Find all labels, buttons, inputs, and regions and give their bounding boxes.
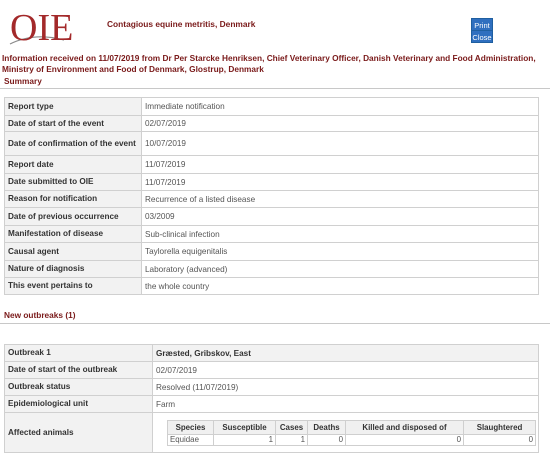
summary-label: Nature of diagnosis xyxy=(4,260,142,278)
summary-value: 02/07/2019 xyxy=(141,115,539,132)
table-row: Causal agent Taylorella equigenitalis xyxy=(4,242,539,261)
summary-label: Report type xyxy=(4,97,142,116)
divider xyxy=(0,88,550,89)
summary-table: Report type Immediate notification Date o… xyxy=(4,97,539,295)
column-header: Species xyxy=(167,419,214,435)
affected-animals-label: Affected animals xyxy=(4,412,153,453)
summary-label: Manifestation of disease xyxy=(4,225,142,243)
table-row: Manifestation of disease Sub-clinical inf… xyxy=(4,225,539,243)
oie-logo: OIE xyxy=(9,7,73,49)
summary-value: Laboratory (advanced) xyxy=(141,260,539,278)
divider xyxy=(0,323,550,324)
close-button[interactable]: Close xyxy=(471,30,493,43)
logo-text: OIE xyxy=(10,7,73,49)
column-header: Deaths xyxy=(307,419,346,435)
summary-label: Date submitted to OIE xyxy=(4,173,142,191)
summary-value: Sub-clinical infection xyxy=(141,225,539,243)
outbreak-table: Outbreak 1 Græsted, Gribskov, East Date … xyxy=(4,344,539,453)
table-row: Affected animals Species Susceptible Cas… xyxy=(4,412,539,453)
table-row: Report date 11/07/2019 xyxy=(4,155,539,174)
column-header: Slaughtered xyxy=(463,419,536,435)
table-row: Reason for notification Recurrence of a l… xyxy=(4,190,539,208)
outbreak-field-value: Farm xyxy=(152,395,539,413)
outbreak-field-value: 02/07/2019 xyxy=(152,361,539,379)
animals-row: Equidae 1 1 0 0 0 xyxy=(167,433,536,446)
table-row: Report type Immediate notification xyxy=(4,97,539,116)
outbreak-location: Græsted, Gribskov, East xyxy=(152,344,539,362)
species-cell: Equidae xyxy=(167,433,214,446)
table-row: Outbreak 1 Græsted, Gribskov, East xyxy=(4,344,539,362)
summary-value: the whole country xyxy=(141,277,539,295)
affected-animals-cell: Species Susceptible Cases Deaths Killed … xyxy=(152,412,539,453)
summary-label: Date of start of the event xyxy=(4,115,142,132)
report-header: OIE Contagious equine metritis, Denmark … xyxy=(0,0,550,52)
summary-value: 10/07/2019 xyxy=(141,131,539,156)
outbreak-field-label: Outbreak status xyxy=(4,378,153,396)
information-received: Information received on 11/07/2019 from … xyxy=(2,53,536,74)
summary-label: Date of previous occurrence xyxy=(4,207,142,226)
outbreak-field-value: Resolved (11/07/2019) xyxy=(152,378,539,396)
table-row: This event pertains to the whole country xyxy=(4,277,539,295)
outbreak-field-label: Date of start of the outbreak xyxy=(4,361,153,379)
killed-cell: 0 xyxy=(345,433,464,446)
table-row: Epidemiological unit Farm xyxy=(4,395,539,413)
outbreak-field-label: Epidemiological unit xyxy=(4,395,153,413)
summary-label: Report date xyxy=(4,155,142,174)
table-row: Date submitted to OIE 11/07/2019 xyxy=(4,173,539,191)
animals-header-row: Species Susceptible Cases Deaths Killed … xyxy=(167,419,536,435)
summary-value: 11/07/2019 xyxy=(141,173,539,191)
table-row: Date of confirmation of the event 10/07/2… xyxy=(4,131,539,156)
disease-title: Contagious equine metritis, Denmark xyxy=(107,19,256,29)
cases-cell: 1 xyxy=(275,433,308,446)
summary-value: Immediate notification xyxy=(141,97,539,116)
summary-value: 03/2009 xyxy=(141,207,539,226)
slaughtered-cell: 0 xyxy=(463,433,536,446)
affected-animals-table: Species Susceptible Cases Deaths Killed … xyxy=(167,419,536,446)
column-header: Killed and disposed of xyxy=(345,419,464,435)
table-row: Date of previous occurrence 03/2009 xyxy=(4,207,539,226)
summary-value: Taylorella equigenitalis xyxy=(141,242,539,261)
susceptible-cell: 1 xyxy=(213,433,276,446)
table-row: Outbreak status Resolved (11/07/2019) xyxy=(4,378,539,396)
outbreak-label: Outbreak 1 xyxy=(4,344,153,362)
deaths-cell: 0 xyxy=(307,433,346,446)
summary-value: 11/07/2019 xyxy=(141,155,539,174)
summary-label: Date of confirmation of the event xyxy=(4,131,142,156)
column-header: Cases xyxy=(275,419,308,435)
table-row: Nature of diagnosis Laboratory (advanced) xyxy=(4,260,539,278)
new-outbreaks-title: New outbreaks (1) xyxy=(4,310,76,320)
summary-title: Summary xyxy=(4,76,42,86)
table-row: Date of start of the outbreak 02/07/2019 xyxy=(4,361,539,379)
table-row: Date of start of the event 02/07/2019 xyxy=(4,115,539,132)
column-header: Susceptible xyxy=(213,419,276,435)
summary-value: Recurrence of a listed disease xyxy=(141,190,539,208)
summary-label: This event pertains to xyxy=(4,277,142,295)
summary-label: Reason for notification xyxy=(4,190,142,208)
summary-label: Causal agent xyxy=(4,242,142,261)
